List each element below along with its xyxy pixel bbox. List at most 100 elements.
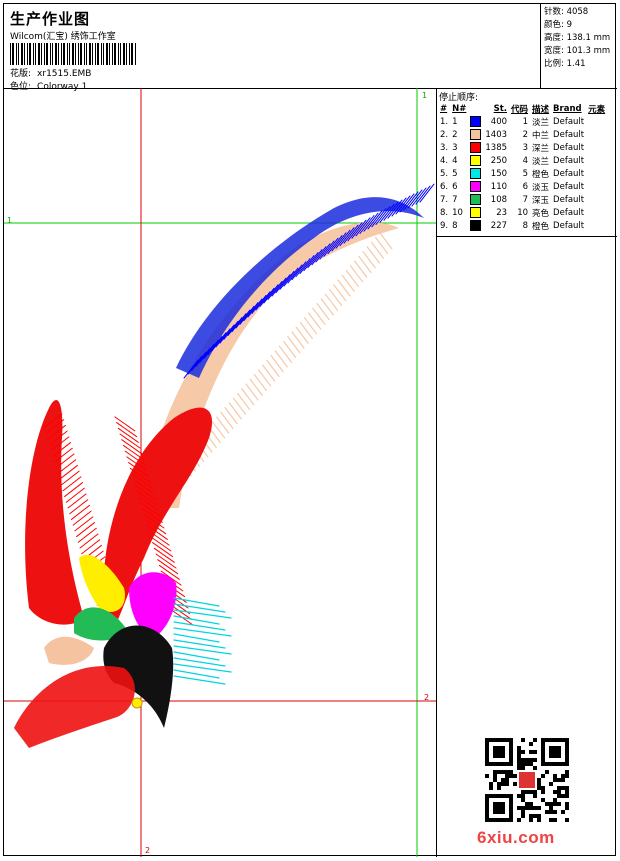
row-description: 橙色 xyxy=(532,169,550,180)
row-needle: 2 xyxy=(452,129,458,140)
row-swatch xyxy=(468,167,483,180)
row-index: 4. xyxy=(440,155,449,166)
row-swatch xyxy=(468,180,483,193)
row-description: 深玉 xyxy=(532,195,550,206)
row-code: 5 xyxy=(522,168,529,179)
barcode xyxy=(10,43,136,65)
table-row: 6. 6 110 6 淡玉 Default xyxy=(438,180,607,193)
table-row: 9. 8 227 8 橙色 Default xyxy=(438,219,607,232)
row-brand: Default xyxy=(553,155,585,166)
guide-label-bottom: 2 xyxy=(145,846,151,855)
row-stitches: 1385 xyxy=(485,142,508,153)
row-swatch xyxy=(468,141,483,154)
row-index: 6. xyxy=(440,181,449,192)
col-description: 描述 xyxy=(532,104,550,115)
stat-height: 高度: 138.1 mm xyxy=(544,33,611,43)
row-brand: Default xyxy=(553,194,585,205)
guide-label-top: 1 xyxy=(422,91,428,100)
design-label: 花版: xyxy=(10,69,32,79)
table-header-row: # N# St. 代码 描述 Brand 元素 xyxy=(438,102,607,115)
color-swatch xyxy=(470,116,482,127)
row-swatch xyxy=(468,193,483,206)
row-code: 2 xyxy=(522,129,529,140)
row-needle: 6 xyxy=(452,181,458,192)
col-brand: Brand xyxy=(553,103,582,114)
row-code: 3 xyxy=(522,142,529,153)
color-swatch xyxy=(470,220,482,231)
row-brand: Default xyxy=(553,207,585,218)
row-needle: 8 xyxy=(452,220,458,231)
row-description: 深兰 xyxy=(532,143,550,154)
guide-label-right: 2 xyxy=(424,693,430,702)
color-swatch xyxy=(470,142,482,153)
design-value: xr1515.EMB xyxy=(37,69,92,79)
col-code: 代码 xyxy=(511,104,529,115)
row-code: 1 xyxy=(522,116,529,127)
row-swatch xyxy=(468,206,483,219)
row-index: 3. xyxy=(440,142,449,153)
header-info: 生产作业图 Wilcom(汇宝) 绣饰工作室 花版: xr1515.EMB 色位:… xyxy=(8,8,540,92)
table-row: 4. 4 250 4 淡兰 Default xyxy=(438,154,607,167)
design-canvas: 1 1 2 2 xyxy=(4,88,436,857)
row-needle: 10 xyxy=(452,207,463,218)
row-code: 4 xyxy=(522,155,529,166)
col-swatch xyxy=(468,102,483,115)
page-title: 生产作业图 xyxy=(10,10,91,28)
row-element xyxy=(586,154,607,167)
row-stitches: 400 xyxy=(490,116,508,127)
row-description: 淡兰 xyxy=(532,156,550,167)
row-element xyxy=(586,219,607,232)
row-brand: Default xyxy=(553,220,585,231)
row-description: 橙色 xyxy=(532,221,550,232)
table-row: 3. 3 1385 3 深兰 Default xyxy=(438,141,607,154)
embroidery-preview xyxy=(4,88,436,857)
row-swatch xyxy=(468,154,483,167)
row-element xyxy=(586,141,607,154)
color-swatch xyxy=(470,168,482,179)
bird-embroidery xyxy=(14,183,435,748)
row-needle: 1 xyxy=(452,116,458,127)
stat-stitches: 针数: 4058 xyxy=(544,7,589,17)
watermark: 6xiu.com xyxy=(477,828,555,847)
row-stitches: 227 xyxy=(490,220,508,231)
stat-scale: 比例: 1.41 xyxy=(544,59,586,69)
panel-divider xyxy=(437,236,617,237)
production-sheet: 生产作业图 Wilcom(汇宝) 绣饰工作室 花版: xr1515.EMB 色位:… xyxy=(3,3,617,857)
table-row: 5. 5 150 5 橙色 Default xyxy=(438,167,607,180)
color-swatch xyxy=(470,207,482,218)
stop-sequence-table: # N# St. 代码 描述 Brand 元素 1. 1 400 1 淡兰 Default… xyxy=(438,102,607,232)
row-needle: 3 xyxy=(452,142,458,153)
row-element xyxy=(586,115,607,128)
row-code: 6 xyxy=(522,181,529,192)
row-index: 9. xyxy=(440,220,449,231)
color-swatch xyxy=(470,129,482,140)
color-swatch xyxy=(470,194,482,205)
row-code: 10 xyxy=(517,207,529,218)
row-index: 1. xyxy=(440,116,449,127)
row-description: 淡兰 xyxy=(532,117,550,128)
row-index: 7. xyxy=(440,194,449,205)
row-brand: Default xyxy=(553,129,585,140)
row-code: 7 xyxy=(522,194,529,205)
company-name: Wilcom(汇宝) 绣饰工作室 xyxy=(10,32,116,42)
row-brand: Default xyxy=(553,116,585,127)
row-stitches: 150 xyxy=(490,168,508,179)
table-row: 7. 7 108 7 深玉 Default xyxy=(438,193,607,206)
row-needle: 7 xyxy=(452,194,458,205)
row-description: 亮色 xyxy=(532,208,550,219)
table-row: 2. 2 1403 2 中兰 Default xyxy=(438,128,607,141)
row-stitches: 1403 xyxy=(485,129,508,140)
col-stitches: St. xyxy=(493,103,508,114)
row-index: 8. xyxy=(440,207,449,218)
row-stitches: 108 xyxy=(490,194,508,205)
stop-sequence-panel: 停止顺序: # N# St. 代码 描述 Brand 元素 1. 1 400 1 淡兰 D… xyxy=(436,88,617,857)
col-element: 元素 xyxy=(588,104,606,115)
col-needle: N# xyxy=(452,103,467,114)
row-needle: 4 xyxy=(452,155,458,166)
row-stitches: 250 xyxy=(490,155,508,166)
row-swatch xyxy=(468,128,483,141)
col-index: # xyxy=(440,103,448,114)
row-code: 8 xyxy=(522,220,529,231)
row-description: 淡玉 xyxy=(532,182,550,193)
row-element xyxy=(586,180,607,193)
